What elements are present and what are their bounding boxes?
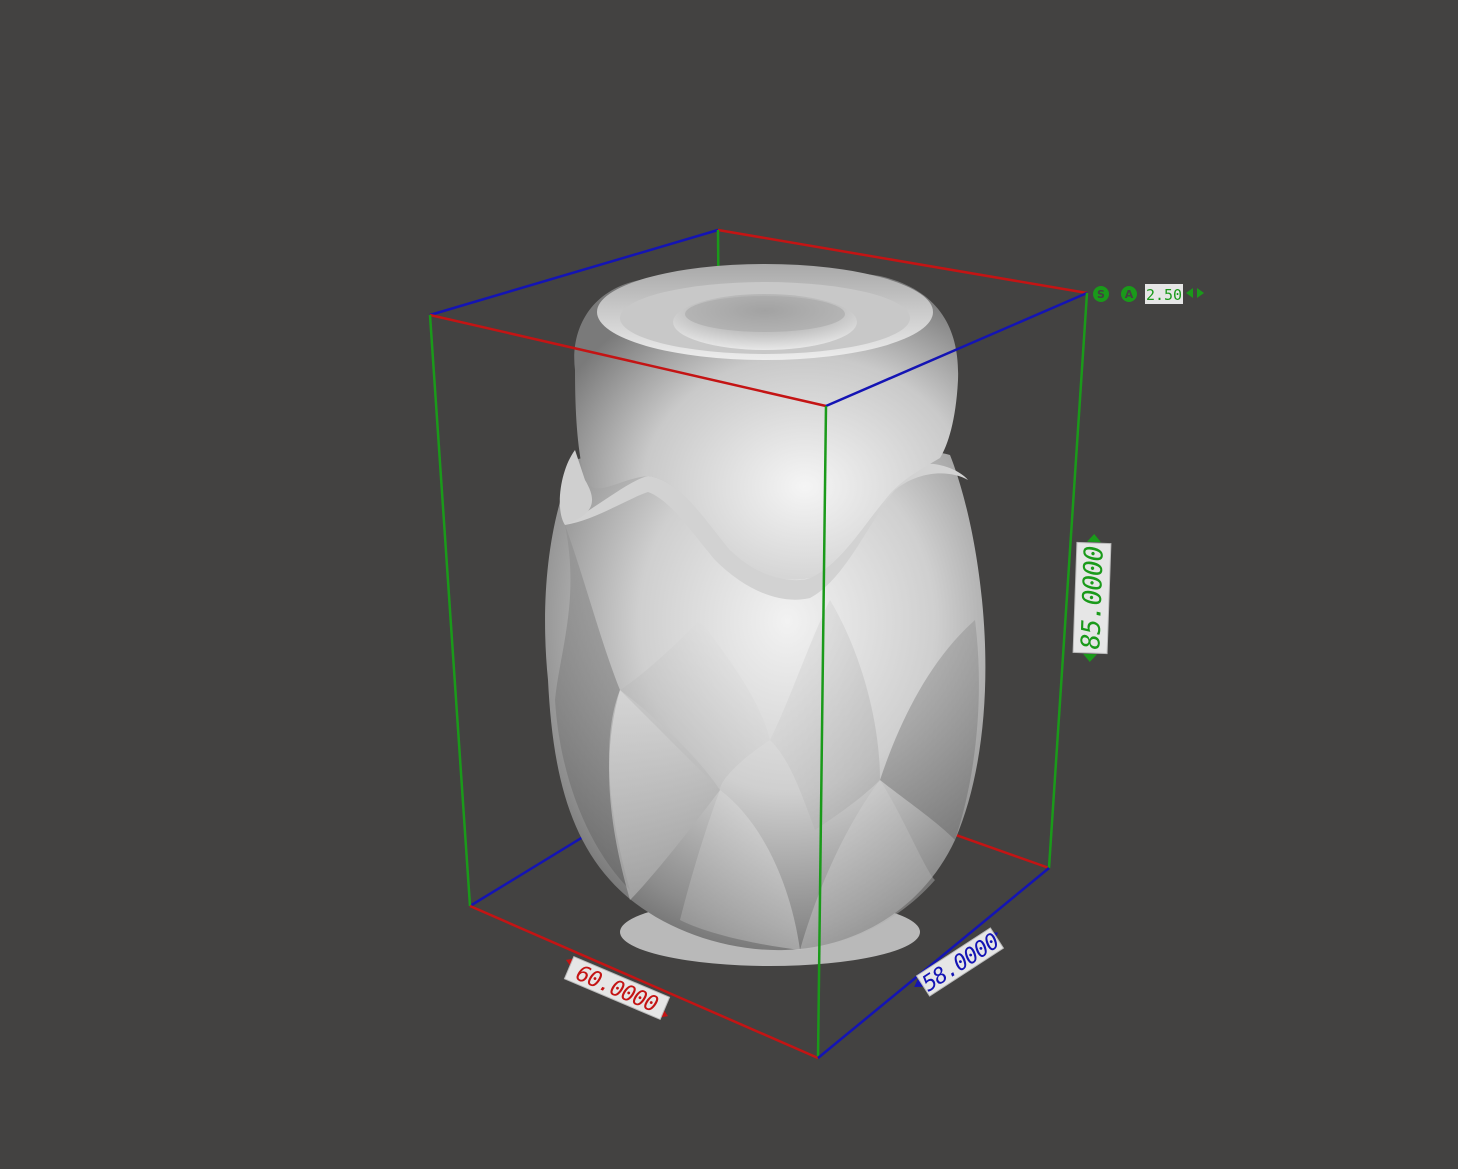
3d-viewport[interactable]: 60.0000 58.0000 85.0000 S A 2.50	[0, 0, 1458, 1169]
snap-toggle-button[interactable]: S	[1093, 286, 1109, 302]
arrow-up-icon	[1083, 653, 1098, 662]
scale-value: 2.50	[1146, 286, 1182, 304]
vase-model[interactable]	[545, 264, 986, 966]
dimension-label-z[interactable]: 58.0000	[910, 926, 1008, 1002]
bbox-edge-left-vertical	[428, 314, 472, 907]
auto-badge-label: A	[1125, 288, 1134, 301]
arrow-down-icon	[1086, 534, 1101, 543]
arrow-right-icon[interactable]	[1197, 288, 1204, 298]
snap-badge-label: S	[1097, 288, 1105, 301]
scale-controls: S A 2.50	[1093, 284, 1204, 304]
auto-toggle-button[interactable]: A	[1121, 286, 1137, 302]
vase-bowl-shadow	[685, 296, 845, 332]
dimension-value-y: 85.0000	[1076, 546, 1110, 650]
arrow-left-icon[interactable]	[1186, 288, 1193, 298]
scale-value-field[interactable]: 2.50	[1145, 284, 1183, 304]
dimension-label-y[interactable]: 85.0000	[1072, 533, 1112, 662]
scene-canvas[interactable]: 60.0000 58.0000 85.0000 S A 2.50	[0, 0, 1458, 1169]
